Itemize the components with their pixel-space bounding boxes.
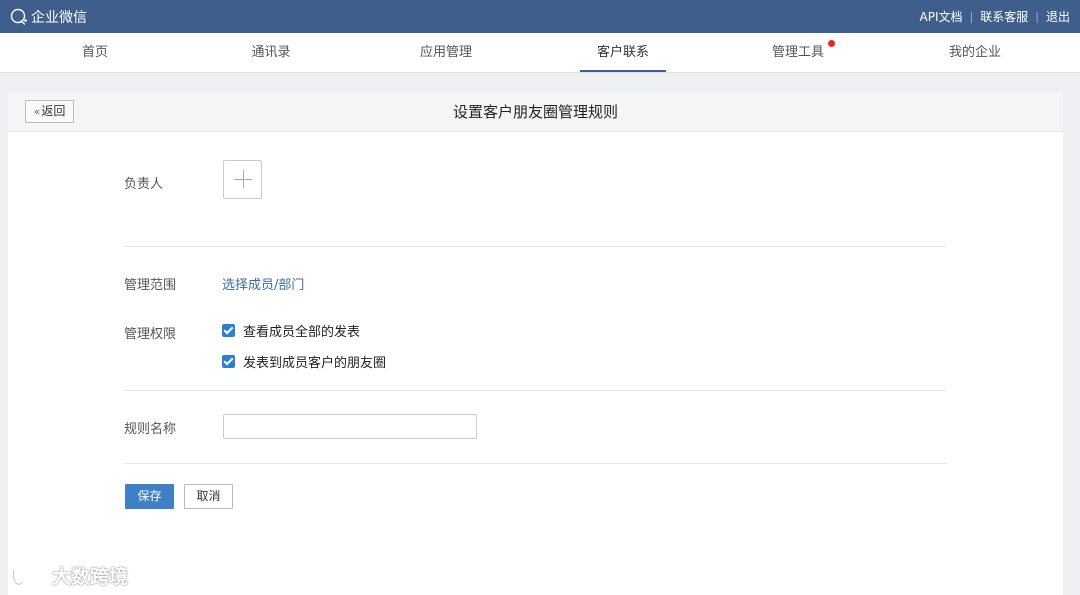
separator: | (1035, 10, 1039, 23)
separator: | (969, 10, 974, 23)
notification-dot (828, 40, 835, 47)
top-links: API文档 | 联系客服 | 退出 (920, 8, 1070, 25)
watermark-logo-icon (12, 564, 43, 585)
rule-name-label: 规则名称 (124, 422, 177, 437)
permission-view-all-checkbox[interactable]: 查看成员全部的发表 (222, 321, 360, 340)
permission-post-moments-checkbox[interactable]: 发表到成员客户的朋友圈 (222, 352, 386, 371)
brand[interactable]: 企业微信 (10, 7, 87, 27)
checkbox-checked-icon (222, 355, 235, 368)
save-button[interactable]: 保存 (125, 484, 174, 509)
permission-post-moments-label: 发表到成员客户的朋友圈 (243, 356, 387, 371)
checkbox-checked-icon (222, 324, 235, 337)
nav-customer-contact[interactable]: 客户联系 (588, 33, 658, 73)
page-title: 设置客户朋友圈管理规则 (452, 103, 618, 121)
owner-label: 负责人 (124, 177, 164, 192)
back-label: 返回 (41, 104, 66, 118)
brand-name: 企业微信 (31, 9, 87, 26)
wecom-logo-icon (10, 8, 27, 25)
settings-card: 设置客户朋友圈管理规则 «返回 负责人 管理范围 选择成员/部门 管理权限 查看… (8, 92, 1063, 595)
nav-home[interactable]: 首页 (60, 33, 130, 73)
scope-label: 管理范围 (124, 278, 177, 293)
double-chevron-left-icon: « (33, 105, 41, 118)
permission-label: 管理权限 (124, 327, 177, 342)
cancel-button[interactable]: 取消 (184, 484, 233, 509)
nav-app-management[interactable]: 应用管理 (411, 33, 481, 73)
divider (124, 463, 946, 464)
add-owner-button[interactable] (223, 160, 262, 199)
top-bar: 企业微信 API文档 | 联系客服 | 退出 (0, 0, 1080, 33)
watermark-text: 大数跨境 (52, 566, 129, 588)
nav-admin-tools[interactable]: 管理工具 (763, 33, 833, 73)
nav-my-enterprise[interactable]: 我的企业 (940, 33, 1010, 73)
rule-name-input[interactable] (223, 414, 477, 439)
api-docs-link[interactable]: API文档 (920, 8, 963, 25)
divider (124, 390, 946, 391)
watermark: 大数跨境 (10, 562, 128, 589)
select-members-link[interactable]: 选择成员/部门 (222, 274, 304, 293)
divider (124, 246, 946, 247)
nav-contacts[interactable]: 通讯录 (236, 33, 306, 73)
card-header: 设置客户朋友圈管理规则 «返回 (8, 92, 1063, 132)
active-tab-indicator (580, 70, 666, 72)
logout-link[interactable]: 退出 (1046, 8, 1070, 25)
permission-view-all-label: 查看成员全部的发表 (243, 325, 361, 340)
main-nav: 首页 通讯录 应用管理 客户联系 管理工具 我的企业 (0, 33, 1080, 73)
contact-support-link[interactable]: 联系客服 (980, 8, 1028, 25)
back-button[interactable]: «返回 (25, 100, 74, 123)
